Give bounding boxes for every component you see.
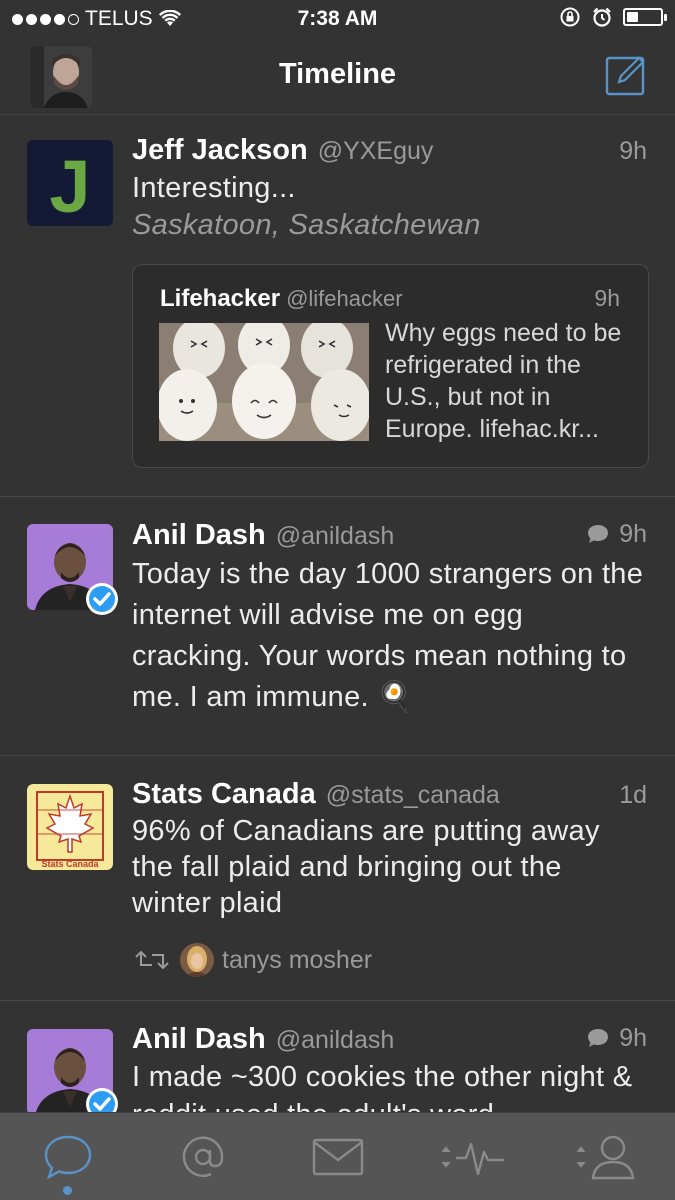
author-name[interactable]: Anil Dash: [132, 519, 266, 552]
author-name[interactable]: Anil Dash: [132, 1023, 266, 1056]
profile-icon: [576, 1135, 634, 1180]
quoted-author: Lifehacker @lifehacker: [160, 285, 403, 312]
timeline[interactable]: J Jeff Jackson @YXEguy 9h Interesting...…: [0, 116, 675, 1112]
status-right: [559, 6, 667, 28]
compose-icon[interactable]: [605, 54, 647, 96]
retweeted-by-row[interactable]: tanys mosher: [132, 943, 647, 977]
conversation-icon: [588, 1029, 609, 1047]
author-handle: @anildash: [275, 522, 395, 550]
author-name[interactable]: Jeff Jackson: [132, 134, 308, 167]
home-bubble-icon: [44, 1135, 91, 1180]
tweet-item[interactable]: Stats Canada Stats Canada @stats_canada …: [0, 756, 675, 1001]
mentions-icon: [182, 1136, 223, 1177]
tweet-header: Anil Dash @anildash 9h: [132, 519, 647, 552]
avatar[interactable]: J: [27, 140, 113, 226]
tweet-text: 96% of Canadians are putting away the fa…: [132, 815, 600, 919]
quoted-tweet[interactable]: Lifehacker @lifehacker 9h Why eggs need …: [132, 264, 649, 468]
tab-profile[interactable]: [540, 1113, 675, 1200]
activity-icon: [441, 1142, 504, 1176]
retweeter-avatar[interactable]: [180, 943, 214, 977]
avatar[interactable]: [27, 1029, 118, 1112]
tab-activity[interactable]: [405, 1113, 540, 1200]
status-bar: TELUS 7:38 AM: [0, 0, 675, 38]
page-title: Timeline: [278, 58, 397, 90]
author-handle: @YXEguy: [317, 137, 434, 165]
nav-bar: Timeline: [0, 38, 675, 115]
tweet-text: Interesting...: [132, 172, 296, 204]
orientation-lock-icon: [560, 7, 580, 27]
author-handle: @anildash: [275, 1026, 395, 1054]
quoted-time: 9h: [594, 285, 620, 311]
tweet-header: Stats Canada @stats_canada 1d: [132, 778, 647, 811]
tweet-time: 9h: [587, 1024, 647, 1053]
tweet-time: 1d: [619, 781, 647, 809]
author-name[interactable]: Stats Canada: [132, 778, 316, 811]
battery-icon: [623, 8, 667, 26]
tweet-time: 9h: [587, 520, 647, 549]
tab-mentions[interactable]: [135, 1113, 270, 1200]
eggs-thumbnail[interactable]: [159, 323, 369, 441]
conversation-icon: [588, 525, 609, 543]
tweet-header: Jeff Jackson @YXEguy 9h: [132, 134, 647, 167]
avatar-letter: J: [49, 145, 90, 226]
alarm-icon: [593, 7, 611, 27]
tweet-item[interactable]: Anil Dash @anildash 9h I made ~300 cooki…: [0, 1001, 675, 1112]
tab-bar: [0, 1112, 675, 1200]
quoted-text: Why eggs need to be refrigerated in the …: [385, 319, 622, 443]
quoted-handle: @lifehacker: [286, 286, 403, 311]
retweet-icon: [135, 950, 169, 970]
tweet-text: I made ~300 cookies the other night & re…: [132, 1061, 633, 1112]
tweet-location[interactable]: Saskatoon, Saskatchewan: [132, 209, 647, 242]
avatar-caption: Stats Canada: [41, 859, 99, 869]
retweeter-name[interactable]: tanys mosher: [222, 946, 372, 975]
tweet-header: Anil Dash @anildash 9h: [132, 1023, 647, 1056]
verified-badge-icon: [86, 1088, 118, 1112]
tweet-text: Today is the day 1000 strangers on the i…: [132, 558, 644, 713]
avatar[interactable]: Stats Canada: [27, 784, 113, 870]
tweet-item[interactable]: Anil Dash @anildash 9h Today is the day …: [0, 497, 675, 756]
tweet-time: 9h: [619, 137, 647, 165]
tweet-item[interactable]: J Jeff Jackson @YXEguy 9h Interesting...…: [0, 116, 675, 497]
messages-icon: [312, 1138, 363, 1176]
author-handle: @stats_canada: [325, 781, 500, 809]
active-tab-indicator: [63, 1186, 72, 1195]
verified-badge-icon: [86, 583, 118, 615]
avatar[interactable]: [27, 524, 118, 615]
tab-home[interactable]: [0, 1113, 135, 1200]
tab-messages[interactable]: [270, 1113, 405, 1200]
